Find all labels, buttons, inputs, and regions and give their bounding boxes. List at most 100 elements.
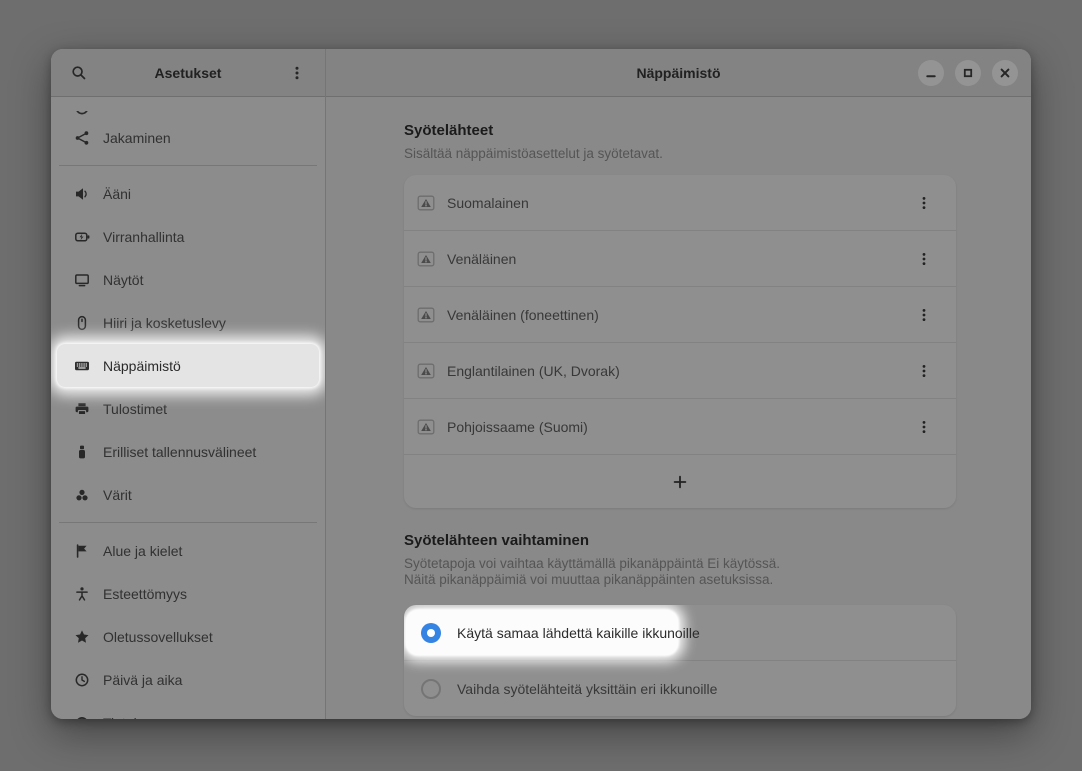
image-missing-icon	[417, 306, 435, 324]
main-panel: Näppäimistö	[326, 49, 1031, 719]
add-input-source-button[interactable]	[404, 455, 956, 508]
clipped-icon	[74, 111, 90, 116]
keyboard-icon	[74, 358, 90, 374]
sidebar-item-date-time[interactable]: Päivä ja aika	[57, 658, 319, 701]
input-source-label: Englantilainen (UK, Dvorak)	[447, 363, 620, 379]
sidebar-item-sound[interactable]: Ääni	[57, 172, 319, 215]
sidebar-item-label: Päivä ja aika	[103, 672, 182, 688]
image-missing-icon	[417, 418, 435, 436]
maximize-icon	[960, 65, 976, 81]
flag-icon	[74, 543, 90, 559]
input-source-row-northern-sami[interactable]: Pohjoissaame (Suomi)	[404, 399, 956, 455]
radio-row-same-source-all-windows[interactable]: Käytä samaa lähdettä kaikille ikkunoille	[404, 605, 956, 661]
sidebar-item-label: Ääni	[103, 186, 131, 202]
star-icon	[74, 629, 90, 645]
input-source-row-finnish[interactable]: Suomalainen	[404, 175, 956, 231]
sidebar-item-mouse[interactable]: Hiiri ja kosketuslevy	[57, 301, 319, 344]
sidebar-item-label: Virranhallinta	[103, 229, 184, 245]
sidebar-item-power[interactable]: Virranhallinta	[57, 215, 319, 258]
input-source-label: Pohjoissaame (Suomi)	[447, 419, 588, 435]
row-menu-button[interactable]	[910, 242, 938, 276]
row-menu-button[interactable]	[910, 354, 938, 388]
sidebar-list: Jakaminen Ääni Virranhallinta Näytöt	[51, 97, 325, 719]
sidebar-divider	[59, 165, 317, 166]
input-source-label: Venäläinen	[447, 251, 516, 267]
mouse-icon	[74, 315, 90, 331]
settings-window: Asetukset Jakaminen	[51, 49, 1031, 719]
sidebar-item-about[interactable]: Tietoja	[57, 701, 319, 719]
row-menu-button[interactable]	[910, 298, 938, 332]
plus-icon	[672, 474, 688, 490]
main-content: Syötelähteet Sisältää näppäimistöasettel…	[326, 97, 1031, 716]
input-source-row-russian[interactable]: Venäläinen	[404, 231, 956, 287]
sidebar-item-label: Hiiri ja kosketuslevy	[103, 315, 226, 331]
section-subtitle-input-sources: Sisältää näppäimistöasettelut ja syöteta…	[404, 146, 956, 162]
kebab-menu-icon	[916, 307, 932, 323]
close-button[interactable]	[992, 60, 1018, 86]
input-source-label: Suomalainen	[447, 195, 529, 211]
image-missing-icon	[417, 250, 435, 268]
battery-icon	[74, 229, 90, 245]
input-source-row-russian-phonetic[interactable]: Venäläinen (foneettinen)	[404, 287, 956, 343]
radio-row-separate-source-per-window[interactable]: Vaihda syötelähteitä yksittäin eri ikkun…	[404, 661, 956, 716]
sidebar-item-keyboard[interactable]: Näppäimistö	[57, 344, 319, 387]
speaker-icon	[74, 186, 90, 202]
sidebar-item-label: Näppäimistö	[103, 358, 181, 374]
row-menu-button[interactable]	[910, 410, 938, 444]
input-source-row-english-uk-dvorak[interactable]: Englantilainen (UK, Dvorak)	[404, 343, 956, 399]
sidebar: Asetukset Jakaminen	[51, 49, 326, 719]
close-icon	[997, 65, 1013, 81]
sidebar-item-printers[interactable]: Tulostimet	[57, 387, 319, 430]
sidebar-item-label: Jakaminen	[103, 130, 171, 146]
sidebar-item-clipped	[57, 97, 319, 116]
color-profiles-icon	[74, 487, 90, 503]
sidebar-title: Asetukset	[155, 65, 222, 81]
sidebar-item-label: Alue ja kielet	[103, 543, 182, 559]
row-menu-button[interactable]	[910, 186, 938, 220]
radio-unselected-icon[interactable]	[421, 679, 441, 699]
sidebar-item-label: Värit	[103, 487, 132, 503]
kebab-menu-icon	[916, 195, 932, 211]
sidebar-item-accessibility[interactable]: Esteettömyys	[57, 572, 319, 615]
sidebar-item-sharing[interactable]: Jakaminen	[57, 116, 319, 159]
kebab-menu-icon	[916, 251, 932, 267]
sidebar-item-displays[interactable]: Näytöt	[57, 258, 319, 301]
sidebar-item-label: Tietoja	[103, 715, 145, 720]
image-missing-icon	[417, 362, 435, 380]
sidebar-divider	[59, 522, 317, 523]
image-missing-icon	[417, 194, 435, 212]
accessibility-icon	[74, 586, 90, 602]
minimize-button[interactable]	[918, 60, 944, 86]
kebab-menu-icon	[916, 363, 932, 379]
radio-selected-icon[interactable]	[421, 623, 441, 643]
minimize-icon	[923, 65, 939, 81]
maximize-button[interactable]	[955, 60, 981, 86]
display-icon	[74, 272, 90, 288]
switching-options-card: Käytä samaa lähdettä kaikille ikkunoille…	[404, 605, 956, 716]
sidebar-item-default-apps[interactable]: Oletussovellukset	[57, 615, 319, 658]
printer-icon	[74, 401, 90, 417]
sidebar-item-label: Oletussovellukset	[103, 629, 213, 645]
section-title-input-sources: Syötelähteet	[404, 122, 956, 139]
sidebar-headerbar: Asetukset	[51, 49, 325, 97]
section-subtitle-switching-line2: Näitä pikanäppäimiä voi muuttaa pikanäpp…	[404, 572, 956, 588]
sidebar-item-label: Näytöt	[103, 272, 143, 288]
sidebar-item-region-language[interactable]: Alue ja kielet	[57, 529, 319, 572]
radio-option-label: Vaihda syötelähteitä yksittäin eri ikkun…	[457, 681, 717, 697]
search-button[interactable]	[64, 58, 94, 88]
sidebar-item-color[interactable]: Värit	[57, 473, 319, 516]
clock-icon	[74, 672, 90, 688]
share-icon	[74, 130, 90, 146]
radio-option-label: Käytä samaa lähdettä kaikille ikkunoille	[457, 625, 700, 641]
sidebar-item-label: Tulostimet	[103, 401, 167, 417]
section-subtitle-switching-line1: Syötetapoja voi vaihtaa käyttämällä pika…	[404, 556, 956, 572]
primary-menu-button[interactable]	[282, 58, 312, 88]
sidebar-item-removable-media[interactable]: Erilliset tallennusvälineet	[57, 430, 319, 473]
sidebar-item-label: Esteettömyys	[103, 586, 187, 602]
info-icon	[74, 715, 90, 720]
window-controls	[918, 60, 1031, 86]
kebab-menu-icon	[916, 419, 932, 435]
search-icon	[71, 65, 87, 81]
kebab-menu-icon	[289, 65, 305, 81]
input-source-label: Venäläinen (foneettinen)	[447, 307, 599, 323]
